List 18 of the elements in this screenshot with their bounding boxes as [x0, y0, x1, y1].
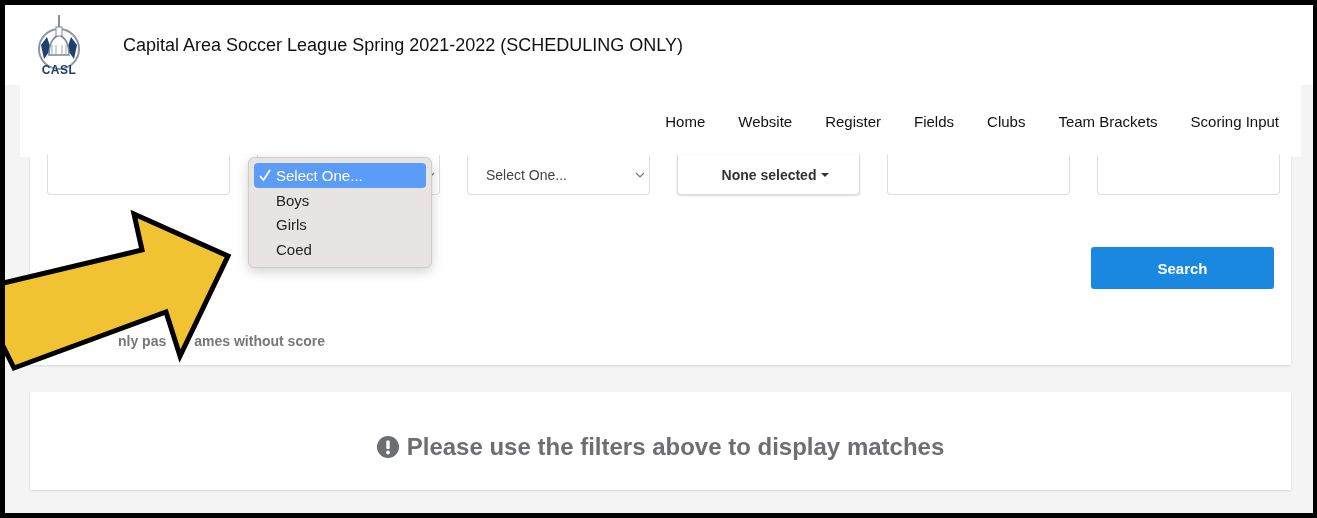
nav-link[interactable]: Clubs: [987, 112, 1026, 130]
nav-link[interactable]: Website: [738, 112, 793, 130]
select-field[interactable]: Select One...: [467, 155, 650, 195]
search-button[interactable]: Search: [1091, 247, 1274, 289]
logo-text: CASL: [41, 64, 77, 76]
multiselect-button[interactable]: None selected: [677, 155, 860, 195]
empty-message: Please use the filters above to display matches: [406, 433, 945, 461]
nav-link[interactable]: Team Brackets: [1058, 112, 1158, 130]
nav-link[interactable]: Scoring Input: [1190, 112, 1279, 130]
site-title: Capital Area Soccer League Spring 2021-2022 (SCHEDULING ONLY): [123, 34, 683, 56]
dropdown-option[interactable]: Girls: [254, 212, 426, 238]
nav-link[interactable]: Register: [825, 112, 882, 130]
nav-link[interactable]: Home: [665, 112, 706, 130]
nav-link[interactable]: Fields: [914, 112, 955, 130]
checkbox-label: nly pas: [118, 333, 167, 349]
dropdown-option[interactable]: Coed: [254, 237, 426, 262]
checkbox-label: ames without score: [194, 333, 325, 349]
dropdown-option[interactable]: Boys: [254, 187, 426, 213]
